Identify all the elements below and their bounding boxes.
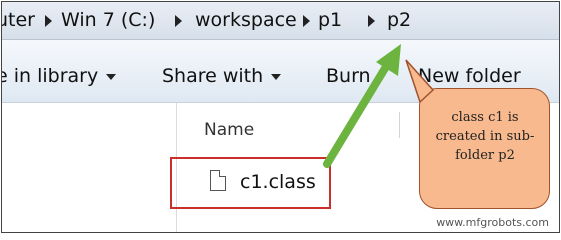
- green-arrow-shaft: [323, 56, 394, 168]
- callout-pointer: [405, 59, 435, 104]
- annotation-arrows: [323, 44, 435, 168]
- explorer-window: uter Win 7 (C:) workspace p1 p2 e in lib…: [1, 1, 560, 233]
- watermark-text: www.mfgrobots.com: [436, 216, 549, 229]
